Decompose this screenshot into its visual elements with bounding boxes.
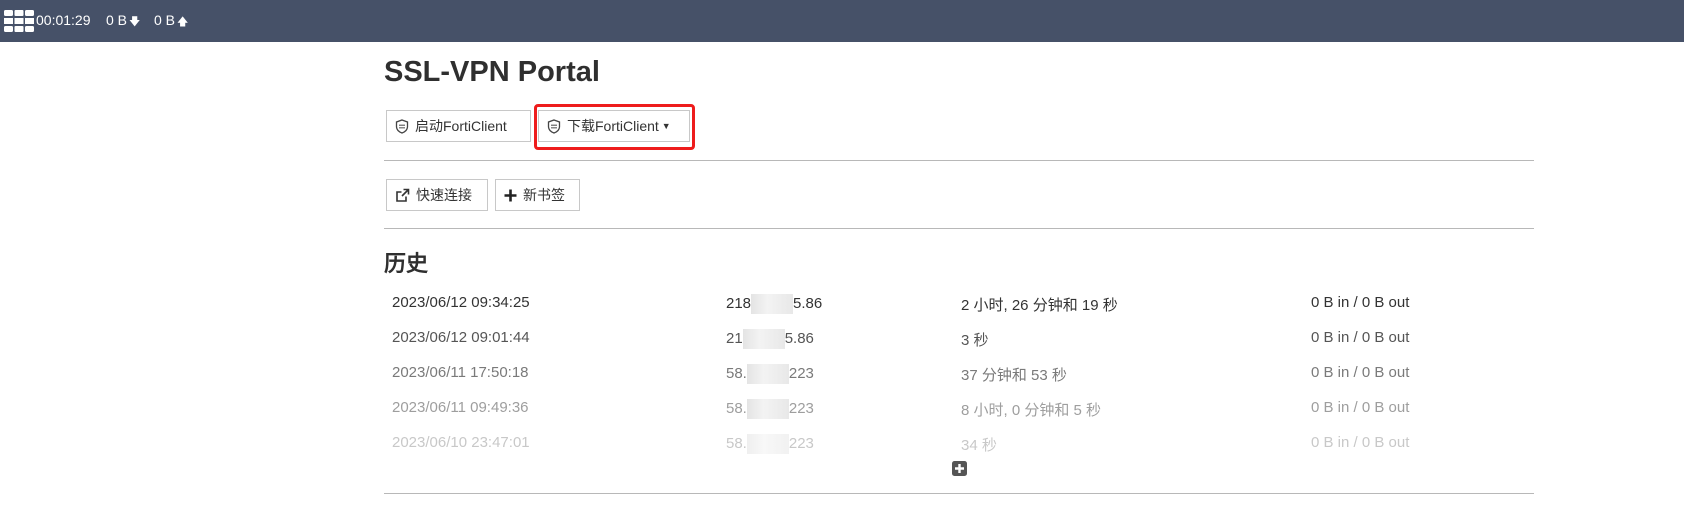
quick-connect-button[interactable]: 快速连接 xyxy=(386,179,488,211)
top-status-bar: 00:01:29 0 B 🡇 0 B 🡅 xyxy=(0,0,1684,42)
arrow-down-icon: 🡇 xyxy=(129,16,141,28)
history-time: 2023/06/12 09:01:44 xyxy=(392,329,530,346)
quick-connect-label: 快速连接 xyxy=(416,187,472,203)
ip-suffix: 223 xyxy=(788,364,814,382)
history-row: 2023/06/12 09:01:44 21 5.86 3 秒 0 B in / … xyxy=(384,320,1534,355)
ip-prefix: 21 xyxy=(726,329,743,347)
upload-value: 0 B xyxy=(154,12,176,28)
history-time: 2023/06/12 09:34:25 xyxy=(392,294,530,311)
external-link-icon xyxy=(395,188,410,203)
plus-icon xyxy=(504,189,517,202)
history-ip: 58. 223 xyxy=(726,364,814,384)
ip-prefix: 58. xyxy=(726,364,747,382)
launch-forticlient-button[interactable]: 启动FortiClient xyxy=(386,110,531,142)
history-row: 2023/06/11 17:50:18 58. 223 37 分钟和 53 秒 0… xyxy=(384,355,1534,390)
history-ip: 58. 223 xyxy=(726,399,814,419)
history-duration: 3 秒 xyxy=(961,332,989,349)
history-traffic: 0 B in / 0 B out xyxy=(1311,329,1410,346)
history-traffic: 0 B in / 0 B out xyxy=(1311,364,1410,381)
history-time: 2023/06/11 17:50:18 xyxy=(392,364,529,381)
history-duration: 34 秒 xyxy=(961,437,997,454)
history-ip: 58. 223 xyxy=(726,434,814,454)
history-traffic: 0 B in / 0 B out xyxy=(1311,294,1410,311)
redacted-ip xyxy=(742,329,785,349)
history-duration: 37 分钟和 53 秒 xyxy=(961,367,1067,384)
history-time: 2023/06/11 09:49:36 xyxy=(392,399,529,416)
highlight-annotation xyxy=(534,104,695,150)
divider xyxy=(384,493,1534,494)
download-counter: 0 B 🡇 xyxy=(106,12,140,32)
ip-suffix: 5.86 xyxy=(784,329,814,347)
redacted-ip xyxy=(746,399,789,419)
new-bookmark-button[interactable]: 新书签 xyxy=(495,179,580,211)
divider xyxy=(384,228,1534,229)
shield-icon xyxy=(395,118,409,134)
redacted-ip xyxy=(746,364,789,384)
new-bookmark-label: 新书签 xyxy=(523,187,565,203)
fortinet-logo-icon[interactable] xyxy=(4,10,34,32)
ip-prefix: 58. xyxy=(726,399,747,417)
history-duration: 2 小时, 26 分钟和 19 秒 xyxy=(961,297,1118,314)
history-duration: 8 小时, 0 分钟和 5 秒 xyxy=(961,402,1102,419)
expand-history-icon[interactable] xyxy=(952,461,967,476)
history-row: 2023/06/10 23:47:01 58. 223 34 秒 0 B in /… xyxy=(384,425,1534,460)
launch-forticlient-label: 启动FortiClient xyxy=(415,118,507,134)
page-title: SSL-VPN Portal xyxy=(384,56,600,88)
history-traffic: 0 B in / 0 B out xyxy=(1311,399,1410,416)
history-ip: 21 5.86 xyxy=(726,329,814,349)
ip-prefix: 218 xyxy=(726,294,752,312)
history-row: 2023/06/12 09:34:25 218 5.86 2 小时, 26 分钟和… xyxy=(384,285,1534,320)
upload-counter: 0 B 🡅 xyxy=(154,12,188,32)
divider xyxy=(384,160,1534,161)
history-row: 2023/06/11 09:49:36 58. 223 8 小时, 0 分钟和 5… xyxy=(384,390,1534,425)
history-ip: 218 5.86 xyxy=(726,294,822,314)
history-traffic: 0 B in / 0 B out xyxy=(1311,434,1410,451)
ip-suffix: 5.86 xyxy=(793,294,823,312)
history-title: 历史 xyxy=(384,251,429,276)
download-value: 0 B xyxy=(106,12,128,28)
ip-suffix: 223 xyxy=(788,434,814,452)
session-timer: 00:01:29 xyxy=(36,12,91,28)
ip-suffix: 223 xyxy=(788,399,814,417)
redacted-ip xyxy=(746,434,789,454)
history-time: 2023/06/10 23:47:01 xyxy=(392,434,530,451)
redacted-ip xyxy=(751,294,794,314)
ip-prefix: 58. xyxy=(726,434,747,452)
arrow-up-icon: 🡅 xyxy=(177,16,189,28)
